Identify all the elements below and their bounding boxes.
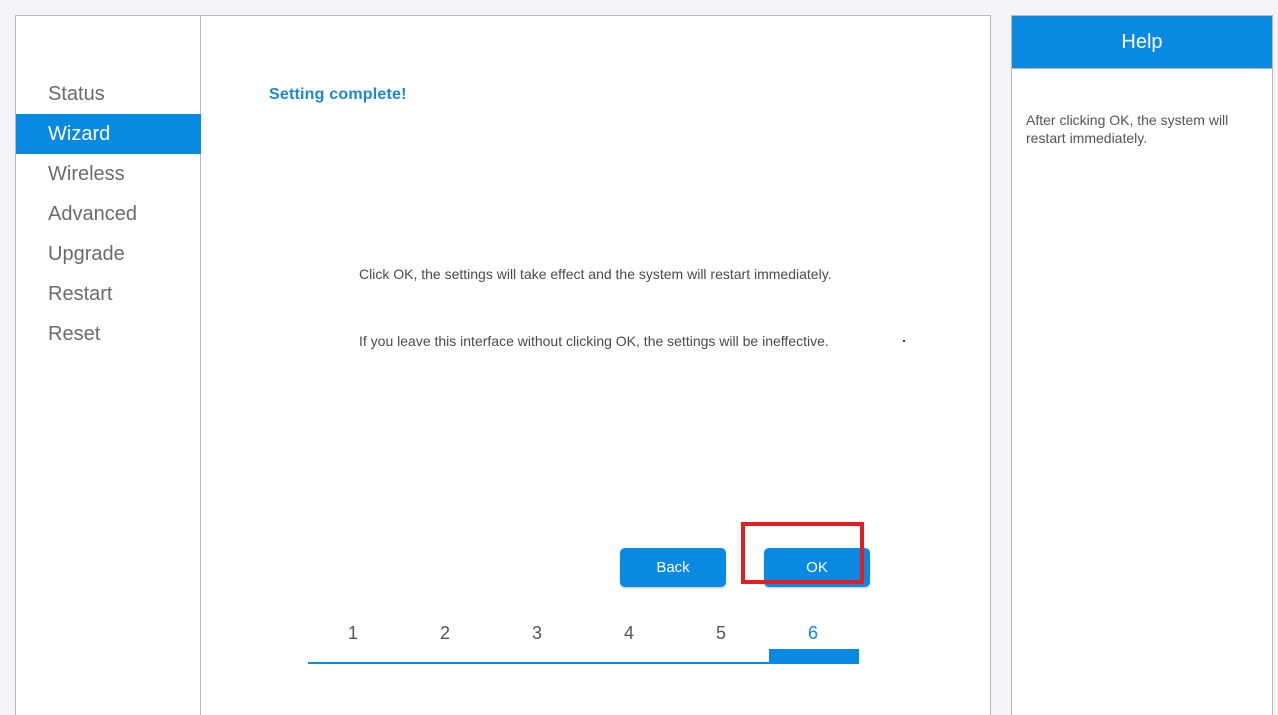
warning-message: If you leave this interface without clic… [359,333,829,349]
confirm-message: Click OK, the settings will take effect … [359,266,832,282]
sidebar-item-status[interactable]: Status [16,74,201,114]
main-content: Setting complete! Click OK, the settings… [202,16,990,715]
help-text: After clicking OK, the system will resta… [1026,112,1229,146]
step-3: 3 [531,623,542,643]
back-button[interactable]: Back [620,548,726,587]
ok-highlight-box [741,522,864,584]
step-5: 5 [715,623,726,643]
stray-dot [903,340,905,342]
help-divider [1012,68,1272,69]
sidebar-item-advanced[interactable]: Advanced [16,194,201,234]
step-indicator: 1 2 3 4 5 6 [308,623,859,651]
step-4: 4 [623,623,634,643]
sidebar-item-wizard[interactable]: Wizard [16,114,201,154]
sidebar: Status Wizard Wireless Advanced Upgrade … [16,16,201,715]
sidebar-item-upgrade[interactable]: Upgrade [16,234,201,274]
step-current-marker [769,649,859,664]
sidebar-item-wireless[interactable]: Wireless [16,154,201,194]
step-1: 1 [347,623,358,643]
sidebar-item-reset[interactable]: Reset [16,314,201,354]
help-panel: Help After clicking OK, the system will … [1011,15,1273,715]
help-title: Help [1012,16,1272,68]
page-title: Setting complete! [269,86,407,103]
sidebar-item-restart[interactable]: Restart [16,274,201,314]
sidebar-nav: Status Wizard Wireless Advanced Upgrade … [16,74,201,354]
main-frame: Status Wizard Wireless Advanced Upgrade … [15,15,991,715]
step-2: 2 [439,623,450,643]
step-6: 6 [807,623,818,643]
